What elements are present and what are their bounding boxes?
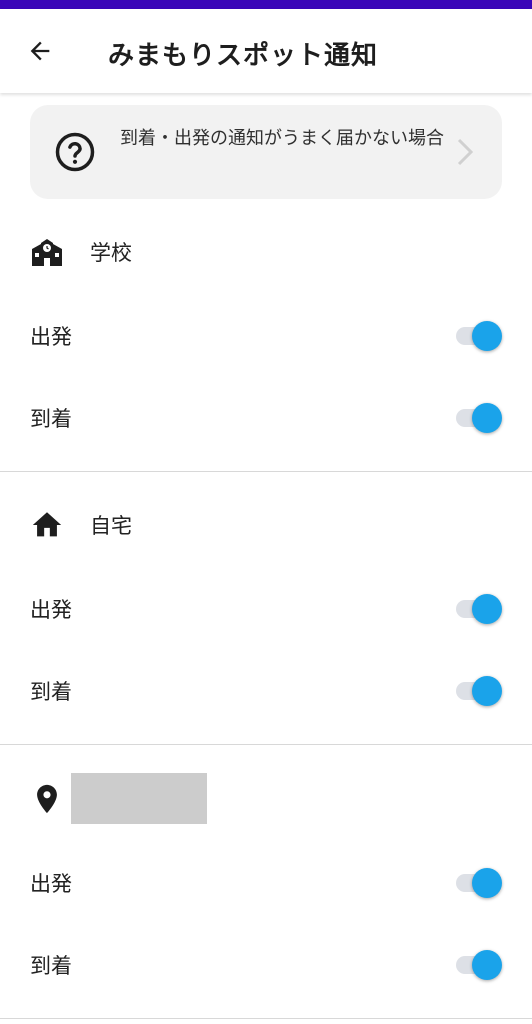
help-card-link[interactable]: 到着・出発の通知がうまく届かない場合 [30,105,502,199]
section-divider [0,1018,532,1019]
row-label: 出発 [30,325,72,349]
arrival-toggle[interactable] [456,674,504,708]
toggle-thumb [472,950,502,980]
status-bar-strip [0,0,532,9]
home-icon [32,512,62,537]
toggle-thumb [472,403,502,433]
toggle-row-arrival: 到着 [0,924,532,1006]
spot-header: 自宅 [0,480,532,570]
toggle-thumb [472,868,502,898]
spot-section-school: 学校 出発 到着 [0,207,532,480]
back-button[interactable] [20,31,60,71]
toggle-thumb [472,594,502,624]
app-bar: みまもりスポット通知 [0,9,532,93]
arrival-toggle[interactable] [456,401,504,435]
arrow-left-icon [30,41,50,61]
toggle-row-arrival: 到着 [0,377,532,459]
toggle-row-arrival: 到着 [0,650,532,732]
spot-name: 自宅 [90,514,132,538]
toggle-row-departure: 出発 [0,842,532,924]
row-label: 出発 [30,872,72,896]
toggle-thumb [472,676,502,706]
toggle-thumb [472,321,502,351]
spot-header: 学校 [0,207,532,297]
section-divider [0,744,532,745]
toggle-row-departure: 出発 [0,295,532,377]
departure-toggle[interactable] [456,319,504,353]
toggle-row-departure: 出発 [0,568,532,650]
section-divider [0,471,532,472]
row-label: 到着 [30,680,72,704]
departure-toggle[interactable] [456,592,504,626]
departure-toggle[interactable] [456,866,504,900]
spot-name: 学校 [90,241,132,265]
spot-section-home: 自宅 出発 到着 [0,480,532,753]
arrival-toggle[interactable] [456,948,504,982]
row-label: 出発 [30,598,72,622]
location-pin-icon [37,784,57,814]
spot-section-custom: 出発 到着 [0,747,532,1020]
help-circle-icon [55,132,95,172]
page-title: みまもりスポット通知 [108,41,379,71]
school-icon [32,239,62,266]
row-label: 到着 [30,407,72,431]
chevron-right-icon [457,138,474,166]
redacted-spot-name [71,773,207,824]
help-card-text: 到着・出発の通知がうまく届かない場合 [120,128,444,149]
spot-header [0,747,532,837]
row-label: 到着 [30,954,72,978]
